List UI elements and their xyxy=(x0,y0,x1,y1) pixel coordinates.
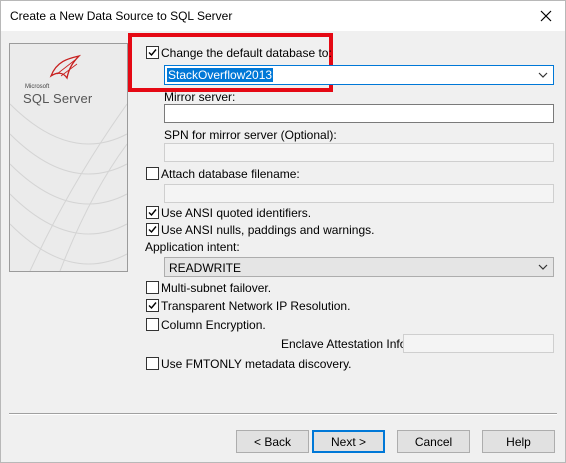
enclave-input[interactable] xyxy=(403,334,554,353)
window-title: Create a New Data Source to SQL Server xyxy=(10,9,233,23)
ansi-nulls-label: Use ANSI nulls, paddings and warnings. xyxy=(161,223,375,237)
app-intent-select[interactable]: READWRITE xyxy=(164,257,554,277)
spn-input[interactable] xyxy=(164,143,554,162)
chevron-down-icon xyxy=(536,68,550,82)
help-button-label: Help xyxy=(506,434,531,449)
sql-server-logo: Microsoft SQL Server xyxy=(23,54,103,114)
checkmark-icon xyxy=(148,302,157,310)
fmtonly-checkbox[interactable] xyxy=(146,357,159,370)
close-button[interactable] xyxy=(531,2,561,30)
attach-database-input[interactable] xyxy=(164,184,554,203)
enclave-label: Enclave Attestation Info: xyxy=(281,337,410,351)
next-button-label: Next > xyxy=(330,434,366,449)
cancel-button[interactable]: Cancel xyxy=(397,430,470,453)
spn-label: SPN for mirror server (Optional): xyxy=(164,128,337,142)
multi-subnet-label: Multi-subnet failover. xyxy=(161,281,272,295)
close-icon xyxy=(540,10,552,22)
ansi-quoted-label: Use ANSI quoted identifiers. xyxy=(161,206,312,220)
cancel-button-label: Cancel xyxy=(414,434,453,449)
column-encryption-label: Column Encryption. xyxy=(161,318,266,332)
tnir-checkbox[interactable] xyxy=(146,299,159,312)
help-button[interactable]: Help xyxy=(482,430,555,453)
multi-subnet-checkbox[interactable] xyxy=(146,281,159,294)
attach-database-label: Attach database filename: xyxy=(161,167,300,181)
tnir-label: Transparent Network IP Resolution. xyxy=(161,299,351,313)
default-database-label: Change the default database to: xyxy=(161,46,332,60)
back-button-label: < Back xyxy=(253,434,292,449)
default-database-value: StackOverflow2013 xyxy=(167,68,274,82)
back-button[interactable]: < Back xyxy=(236,430,309,453)
title-bar: Create a New Data Source to SQL Server xyxy=(1,1,565,31)
footer-divider xyxy=(9,413,557,415)
chevron-down-icon xyxy=(536,260,550,274)
next-button[interactable]: Next > xyxy=(312,430,385,453)
attach-database-checkbox[interactable] xyxy=(146,167,159,180)
ansi-quoted-checkbox[interactable] xyxy=(146,206,159,219)
mirror-server-input[interactable] xyxy=(164,104,554,123)
checkmark-icon xyxy=(148,209,157,217)
dialog-window: Create a New Data Source to SQL Server M… xyxy=(0,0,566,463)
app-intent-label: Application intent: xyxy=(145,240,240,254)
checkmark-icon xyxy=(148,226,157,234)
sql-server-icon xyxy=(49,54,82,80)
column-encryption-checkbox[interactable] xyxy=(146,318,159,331)
logo-sql-server-text: SQL Server xyxy=(23,91,93,106)
side-banner: Microsoft SQL Server xyxy=(9,43,128,272)
fmtonly-label: Use FMTONLY metadata discovery. xyxy=(161,357,352,371)
app-intent-value: READWRITE xyxy=(169,261,241,275)
logo-microsoft-text: Microsoft xyxy=(25,84,50,90)
default-database-checkbox[interactable] xyxy=(146,46,159,59)
mirror-server-label: Mirror server: xyxy=(164,90,236,104)
ansi-nulls-checkbox[interactable] xyxy=(146,223,159,236)
default-database-select[interactable]: StackOverflow2013 xyxy=(164,65,554,85)
checkmark-icon xyxy=(148,49,157,57)
